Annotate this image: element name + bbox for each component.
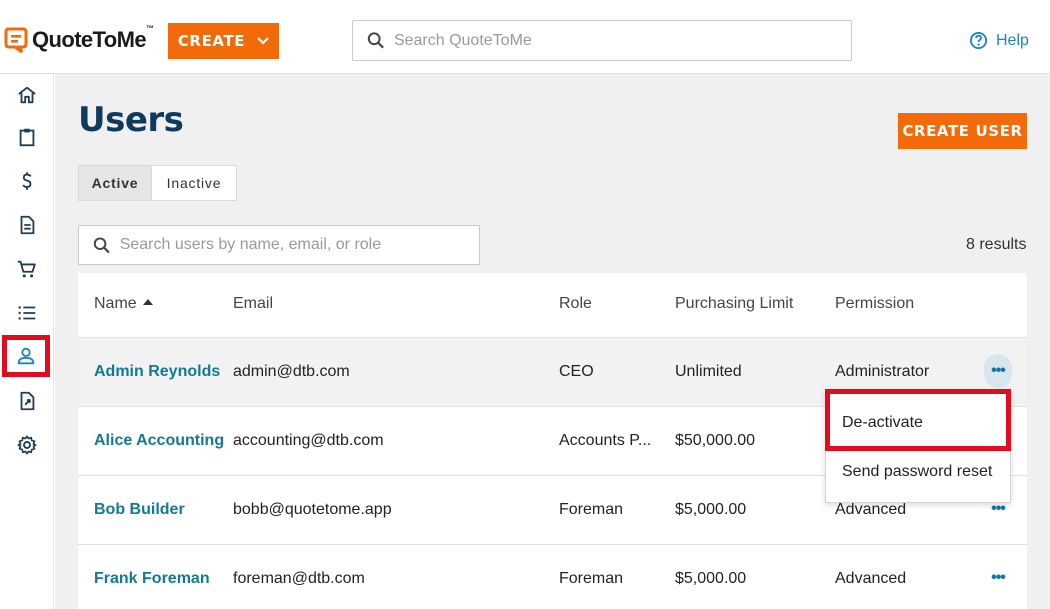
menu-item-send-password-reset[interactable]: Send password reset: [842, 463, 992, 481]
user-role: CEO: [559, 363, 594, 380]
user-name-link[interactable]: Admin Reynolds: [94, 363, 220, 381]
deactivate-highlight-box: [825, 389, 1011, 451]
sidebar-item-quotes[interactable]: [0, 116, 54, 158]
user-role: Foreman: [559, 570, 624, 587]
home-icon: [18, 86, 36, 104]
search-icon: [367, 32, 384, 49]
user-purchasing-limit: Unlimited: [675, 363, 742, 380]
user-email: admin@dtb.com: [233, 363, 350, 380]
help-link[interactable]: Help: [969, 31, 1029, 50]
sidebar-item-users[interactable]: [2, 335, 50, 377]
help-icon: [969, 31, 988, 50]
row-actions-button[interactable]: •••: [984, 354, 1012, 388]
main-content: Users CREATE USER Active Inactive 8 resu…: [55, 74, 1050, 609]
cart-icon: [17, 260, 36, 278]
create-user-button[interactable]: CREATE USER: [898, 113, 1027, 149]
search-icon: [93, 236, 110, 253]
user-name-link[interactable]: Bob Builder: [94, 501, 185, 519]
results-count: 8 results: [966, 236, 1027, 253]
table-header: Name Email Role Purchasing Limit Permiss…: [78, 273, 1027, 338]
global-search-input[interactable]: [393, 31, 851, 50]
sidebar-item-billing[interactable]: [0, 160, 54, 202]
user-email: foreman@dtb.com: [233, 570, 365, 587]
sidebar-item-documents[interactable]: [0, 204, 54, 246]
user-email: bobb@quotetome.app: [233, 501, 392, 518]
row-actions-button[interactable]: •••: [984, 561, 1012, 595]
user-name-link[interactable]: Frank Foreman: [94, 570, 210, 588]
top-bar: QuoteToMe™ CREATE Help: [0, 0, 1050, 74]
user-permission: Advanced: [835, 570, 907, 587]
global-search[interactable]: [352, 20, 852, 61]
list-icon: [18, 306, 36, 320]
sidebar-item-orders[interactable]: [0, 248, 54, 290]
user-purchasing-limit: $5,000.00: [675, 570, 747, 587]
create-button[interactable]: CREATE: [168, 23, 279, 59]
sidebar-item-home[interactable]: [0, 74, 54, 116]
quotetome-logo-icon: [4, 27, 28, 53]
user-name-link[interactable]: Alice Accounting: [94, 432, 224, 450]
sidebar: [0, 74, 54, 609]
tab-active[interactable]: Active: [79, 166, 152, 200]
user-role: Foreman: [559, 501, 624, 518]
sidebar-item-settings[interactable]: [0, 424, 54, 466]
table-row[interactable]: Frank Foreman foreman@dtb.com Foreman $5…: [78, 545, 1027, 609]
clipboard-icon: [19, 128, 35, 147]
user-permission: Advanced: [835, 501, 907, 518]
column-header-name[interactable]: Name: [94, 295, 153, 313]
document-icon: [20, 215, 35, 235]
user-search[interactable]: [78, 225, 480, 265]
help-label: Help: [996, 31, 1029, 49]
user-purchasing-limit: $5,000.00: [675, 501, 747, 518]
column-header-role[interactable]: Role: [559, 295, 592, 313]
user-search-input[interactable]: [119, 236, 479, 254]
logo-text: QuoteToMe™: [32, 24, 154, 52]
user-role: Accounts P...: [559, 432, 652, 449]
user-purchasing-limit: $50,000.00: [675, 432, 756, 449]
dollar-icon: [22, 172, 32, 190]
page-title: Users: [78, 100, 184, 140]
report-icon: [20, 391, 35, 411]
column-header-permission[interactable]: Permission: [835, 295, 914, 313]
tab-inactive[interactable]: Inactive: [152, 166, 236, 200]
create-label: CREATE: [177, 32, 246, 50]
gear-icon: [17, 435, 37, 455]
logo[interactable]: QuoteToMe™: [4, 24, 154, 53]
user-email: accounting@dtb.com: [233, 432, 384, 449]
status-tabs: Active Inactive: [78, 165, 237, 201]
column-header-email[interactable]: Email: [233, 295, 273, 313]
user-permission: Administrator: [835, 363, 930, 380]
column-header-purchasing-limit[interactable]: Purchasing Limit: [675, 295, 793, 313]
user-icon: [17, 347, 35, 365]
sidebar-item-lists[interactable]: [0, 292, 54, 334]
sort-ascending-icon: [142, 298, 153, 305]
chevron-down-icon: [257, 37, 269, 45]
sidebar-item-reports[interactable]: [0, 380, 54, 422]
